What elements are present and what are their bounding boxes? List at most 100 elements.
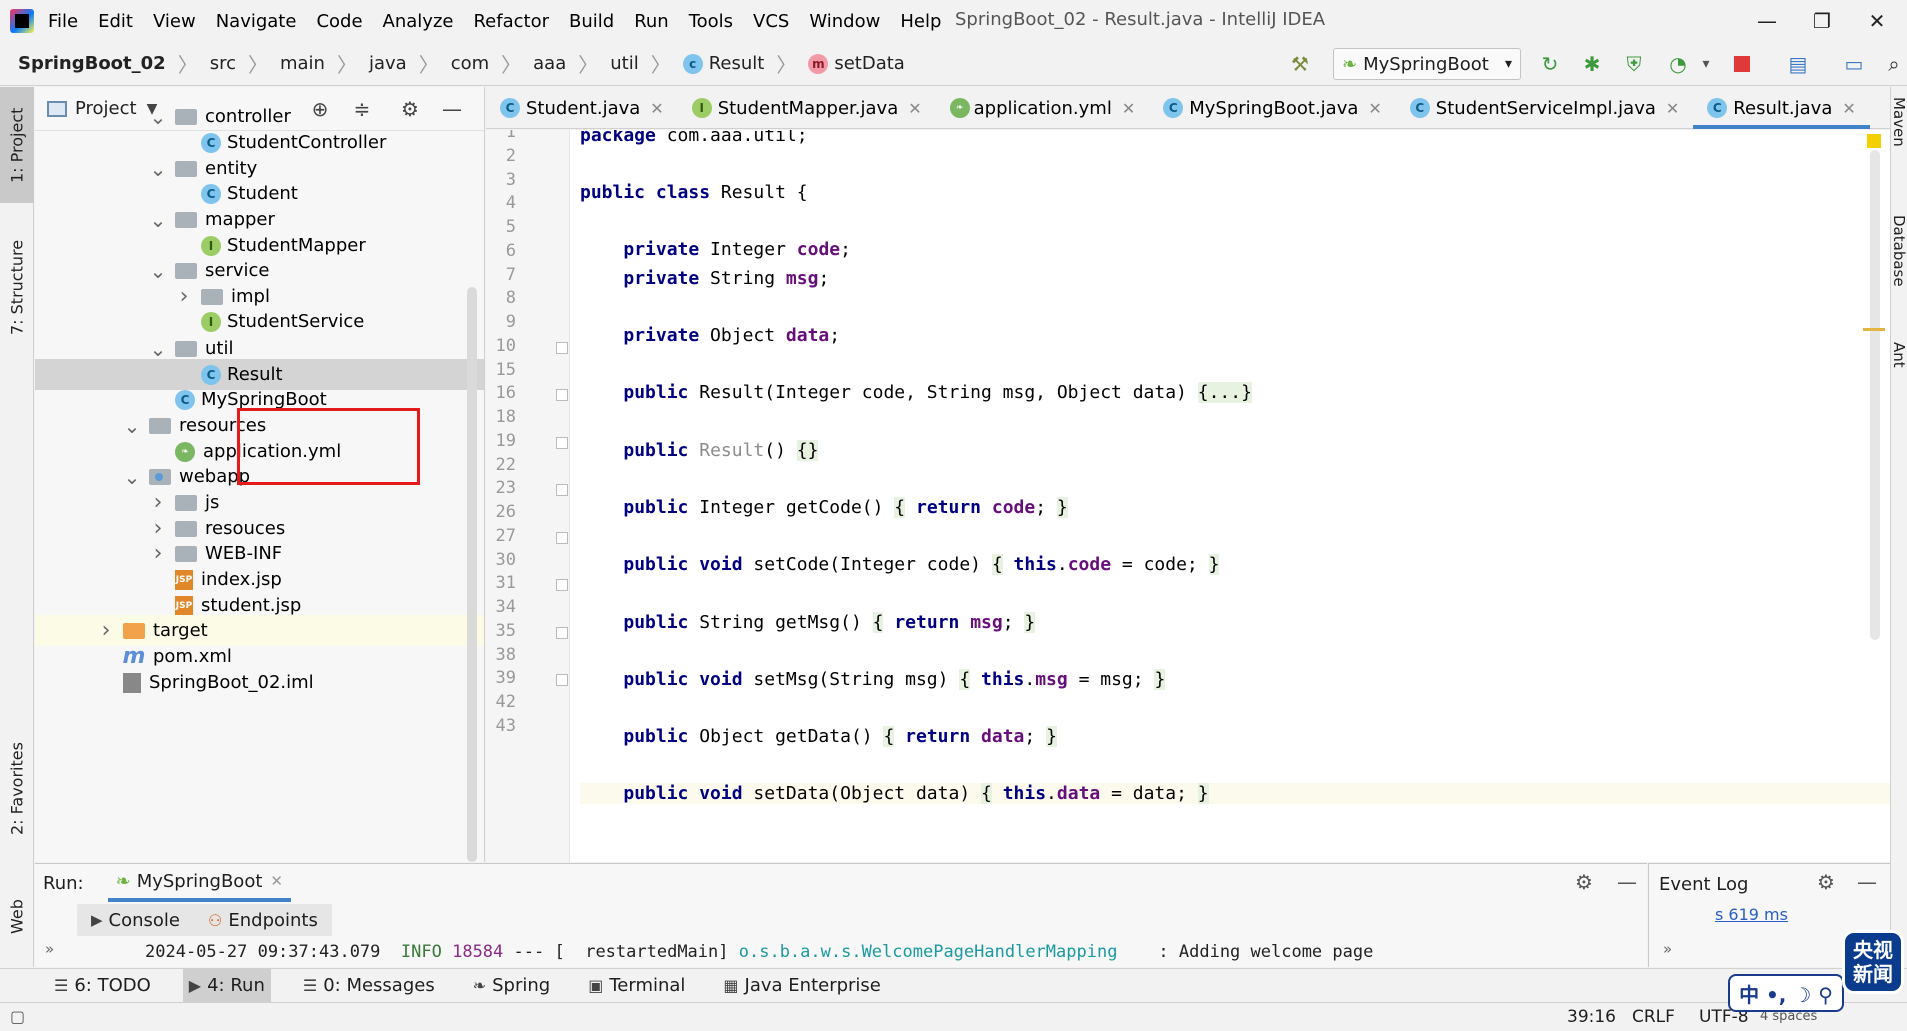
tab-endpoints[interactable]: ⚇ Endpoints <box>208 910 318 931</box>
code-line-31: public void setMsg(String msg) { this.ms… <box>623 669 1166 690</box>
close-icon[interactable]: ✕ <box>1666 99 1679 118</box>
menu-view[interactable]: View <box>153 11 196 32</box>
editor-tab[interactable]: C MySpringBoot.java ✕ <box>1149 87 1396 129</box>
tool-window-6-todo[interactable]: ☰ 6: TODO <box>48 969 157 1003</box>
editor-tab[interactable]: C Student.java ✕ <box>486 87 678 129</box>
line-separator[interactable]: CRLF <box>1632 1007 1675 1027</box>
restore-button[interactable]: ❐ <box>1802 4 1842 38</box>
rerun-icon[interactable]: ↻ <box>1536 50 1564 78</box>
menu-analyze[interactable]: Analyze <box>383 11 454 32</box>
close-window-button[interactable]: ✕ <box>1857 4 1897 38</box>
breadcrumb-item[interactable]: java <box>369 53 407 74</box>
fold-marker-icon[interactable] <box>556 341 568 354</box>
tab-maven[interactable]: Maven <box>1891 97 1907 177</box>
fold-marker-icon[interactable] <box>556 436 568 449</box>
tool-window-java-enterprise[interactable]: ▦ Java Enterprise <box>717 969 886 1003</box>
debug-bug-icon[interactable]: ✱ <box>1578 50 1606 78</box>
tab-web[interactable]: Web <box>0 887 34 947</box>
tool-window-spring[interactable]: ❧ Spring <box>467 969 557 1003</box>
run-configuration-select[interactable]: ❧ MySpringBoot ▾ <box>1333 48 1521 80</box>
menu-navigate[interactable]: Navigate <box>216 11 297 32</box>
expand-icon[interactable]: » <box>45 940 54 958</box>
menu-window[interactable]: Window <box>809 11 880 32</box>
tab-structure[interactable]: 7: Structure <box>0 225 34 349</box>
editor-scrollbar[interactable] <box>1870 150 1880 640</box>
breadcrumb-item[interactable]: main <box>280 53 325 74</box>
scroll-error-stripe[interactable] <box>1863 328 1885 331</box>
expand-arrow-icon[interactable]: › <box>149 490 167 515</box>
menu-edit[interactable]: Edit <box>98 11 133 32</box>
code-editor[interactable]: 1 2 3 4 5 6 7 8 9 10 15 16 18 19 22 23 26 27 30 31 34 35 38 39 4… <box>486 130 1890 862</box>
tree-item[interactable]: SpringBoot_02.iml <box>35 667 484 698</box>
hide-panel-icon[interactable]: — <box>1617 870 1637 894</box>
tool-window-0-messages[interactable]: ☰ 0: Messages <box>297 969 441 1003</box>
close-icon[interactable]: ✕ <box>1122 99 1135 118</box>
menu-tools[interactable]: Tools <box>689 11 733 32</box>
tool-window-terminal[interactable]: ▣ Terminal <box>582 969 691 1003</box>
menu-refactor[interactable]: Refactor <box>473 11 549 32</box>
close-icon[interactable]: ✕ <box>1842 99 1855 118</box>
stop-icon[interactable] <box>1728 50 1756 78</box>
expand-arrow-icon[interactable]: ⌄ <box>149 157 167 181</box>
expand-arrow-icon[interactable]: ⌄ <box>123 465 141 489</box>
tab-project[interactable]: 1: Project <box>0 87 34 203</box>
coverage-icon[interactable]: ⛨ <box>1620 50 1648 78</box>
breadcrumb-item[interactable]: com <box>451 53 489 74</box>
close-icon[interactable]: ✕ <box>908 99 921 118</box>
editor-tab[interactable]: C StudentServiceImpl.java ✕ <box>1396 87 1694 129</box>
breadcrumb-item[interactable]: SpringBoot_02 <box>18 53 166 74</box>
expand-arrow-icon[interactable]: ⌄ <box>149 208 167 232</box>
profile-icon[interactable]: ◔ <box>1664 50 1692 78</box>
expand-icon[interactable]: » <box>1663 940 1672 958</box>
run-tab-myspringboot[interactable]: ❧ MySpringBoot ✕ <box>107 864 291 902</box>
fold-marker-icon[interactable] <box>556 484 568 497</box>
caret-position[interactable]: 39:16 <box>1567 1007 1616 1027</box>
expand-arrow-icon[interactable]: › <box>149 541 167 566</box>
expand-arrow-icon[interactable]: ⌄ <box>149 259 167 283</box>
breadcrumb-item[interactable]: c Result <box>682 53 764 74</box>
menu-help[interactable]: Help <box>900 11 941 32</box>
event-log-link[interactable]: s 619 ms <box>1715 905 1788 924</box>
fold-marker-icon[interactable] <box>556 389 568 402</box>
tab-ant[interactable]: Ant <box>1891 342 1907 392</box>
tab-database[interactable]: Database <box>1891 215 1907 315</box>
search-everywhere-icon[interactable]: ⌕ <box>1880 50 1907 78</box>
project-structure-icon[interactable]: ▤ <box>1784 50 1812 78</box>
tab-console[interactable]: ▶ Console <box>91 910 180 931</box>
minimize-button[interactable]: — <box>1747 4 1787 38</box>
menu-build[interactable]: Build <box>569 11 614 32</box>
expand-arrow-icon[interactable]: › <box>97 618 115 643</box>
hide-panel-icon[interactable]: — <box>1857 870 1877 894</box>
breadcrumb-item[interactable]: m setData <box>808 53 905 74</box>
menu-vcs[interactable]: VCS <box>753 11 789 32</box>
gear-icon[interactable]: ⚙ <box>1817 870 1835 894</box>
close-icon[interactable]: ✕ <box>650 99 663 118</box>
toggle-tool-windows-icon[interactable]: ▢ <box>10 1007 25 1026</box>
breadcrumb-item[interactable]: src <box>210 53 236 74</box>
build-hammer-icon[interactable]: ⚒ <box>1286 50 1314 78</box>
menu-code[interactable]: Code <box>316 11 362 32</box>
menu-run[interactable]: Run <box>634 11 669 32</box>
tree-scrollbar[interactable] <box>467 287 477 862</box>
editor-tab[interactable]: I StudentMapper.java ✕ <box>678 87 936 129</box>
editor-tab[interactable]: ❧ application.yml ✕ <box>936 87 1150 129</box>
close-icon[interactable]: ✕ <box>1368 99 1381 118</box>
fold-marker-icon[interactable] <box>556 531 568 544</box>
tool-window-4-run[interactable]: ▶ 4: Run <box>182 968 271 1003</box>
fold-marker-icon[interactable] <box>556 626 568 639</box>
breadcrumb-item[interactable]: util <box>610 53 638 74</box>
breadcrumb-item[interactable]: aaa <box>533 53 566 74</box>
fold-marker-icon[interactable] <box>556 674 568 687</box>
close-icon[interactable]: ✕ <box>270 872 283 890</box>
menu-file[interactable]: File <box>48 11 78 32</box>
expand-arrow-icon[interactable]: ⌄ <box>149 337 167 361</box>
fold-marker-icon[interactable] <box>556 579 568 592</box>
tab-favorites[interactable]: 2: Favorites <box>0 727 34 851</box>
analysis-status-marker[interactable] <box>1867 134 1881 148</box>
editor-tab[interactable]: C Result.java ✕ <box>1693 87 1871 129</box>
run-anything-icon[interactable]: ▭ <box>1840 50 1868 78</box>
expand-arrow-icon[interactable]: ⌄ <box>123 414 141 438</box>
gear-icon[interactable]: ⚙ <box>1575 870 1593 894</box>
expand-arrow-icon[interactable]: ⌄ <box>149 105 167 129</box>
more-run-options-icon[interactable]: ▾ <box>1692 50 1720 78</box>
